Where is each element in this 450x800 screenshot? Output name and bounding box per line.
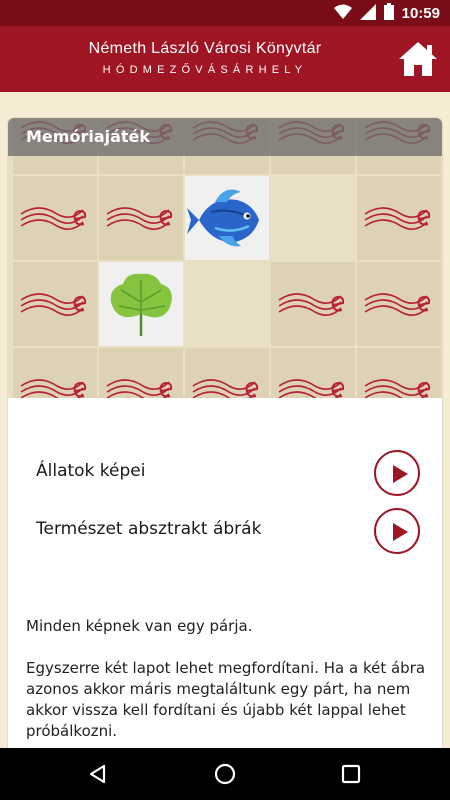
memory-card-back[interactable] [357, 176, 441, 260]
home-nav-button[interactable] [209, 758, 241, 790]
option-animals[interactable]: Állatok képei [8, 448, 442, 498]
square-icon [341, 764, 361, 784]
description-paragraph: Minden képnek van egy párja. [26, 617, 253, 635]
app-header: Németh László Városi Könyvtár HÓDMEZŐVÁS… [0, 26, 450, 92]
memory-card-leaf[interactable] [99, 262, 183, 346]
memory-card-back[interactable] [185, 348, 269, 398]
wifi-icon [333, 4, 352, 24]
card-back-logo-icon [20, 293, 87, 316]
option-label: Állatok képei [36, 461, 146, 481]
memory-card-back[interactable] [13, 262, 97, 346]
card-title: Memóriajáték [26, 127, 151, 146]
card-back-logo-icon [364, 293, 431, 316]
circle-icon [214, 763, 236, 785]
game-board [8, 118, 442, 398]
card-back-logo-icon [106, 379, 173, 398]
back-button[interactable] [82, 758, 114, 790]
card-back-logo-icon [278, 293, 345, 316]
home-icon [399, 42, 437, 76]
option-label: Természet absztrakt ábrák [36, 519, 262, 539]
memory-card-back[interactable] [99, 348, 183, 398]
card-back-logo-icon [20, 207, 87, 230]
home-button[interactable] [396, 39, 440, 79]
navigation-bar [0, 748, 450, 800]
status-icons: 10:59 [333, 3, 440, 24]
card-back-logo-icon [192, 379, 259, 398]
battery-icon [383, 3, 394, 24]
fish-icon [187, 189, 259, 247]
memory-card-back[interactable] [357, 348, 441, 398]
status-bar: 10:59 [0, 0, 450, 26]
memory-card-matched [271, 176, 355, 260]
recents-button[interactable] [335, 758, 367, 790]
leaf-icon [110, 273, 172, 336]
card-back-logo-icon [106, 207, 173, 230]
card-back-logo-icon [20, 379, 87, 398]
app-subtitle: HÓDMEZŐVÁSÁRHELY [102, 64, 308, 76]
memory-card-back[interactable] [13, 176, 97, 260]
memory-card-back[interactable] [271, 262, 355, 346]
app-title: Németh László Városi Könyvtár [88, 40, 322, 57]
card-back-logo-icon [364, 379, 431, 398]
signal-icon [359, 3, 376, 24]
play-icon[interactable] [374, 450, 420, 496]
memory-card-back[interactable] [271, 348, 355, 398]
card-back-logo-icon [364, 207, 431, 230]
memory-card-back[interactable] [13, 348, 97, 398]
memory-card-matched [185, 262, 269, 346]
memory-card-back[interactable] [99, 176, 183, 260]
card-back-logo-icon [278, 379, 345, 398]
memory-card-back[interactable] [357, 262, 441, 346]
memory-game-card: Memóriajáték Állatok képei Természet abs… [8, 118, 442, 758]
memory-card-fish[interactable] [185, 176, 269, 260]
status-time: 10:59 [401, 5, 440, 22]
game-description: Minden képnek van egy párja. Egyszerre k… [26, 616, 426, 758]
card-title-bar: Memóriajáték [8, 118, 442, 156]
back-icon [89, 764, 106, 784]
option-nature-abstract[interactable]: Természet absztrakt ábrák [8, 506, 442, 556]
play-icon[interactable] [374, 508, 420, 554]
description-paragraph: Egyszerre két lapot lehet megfordítani. … [26, 659, 426, 740]
